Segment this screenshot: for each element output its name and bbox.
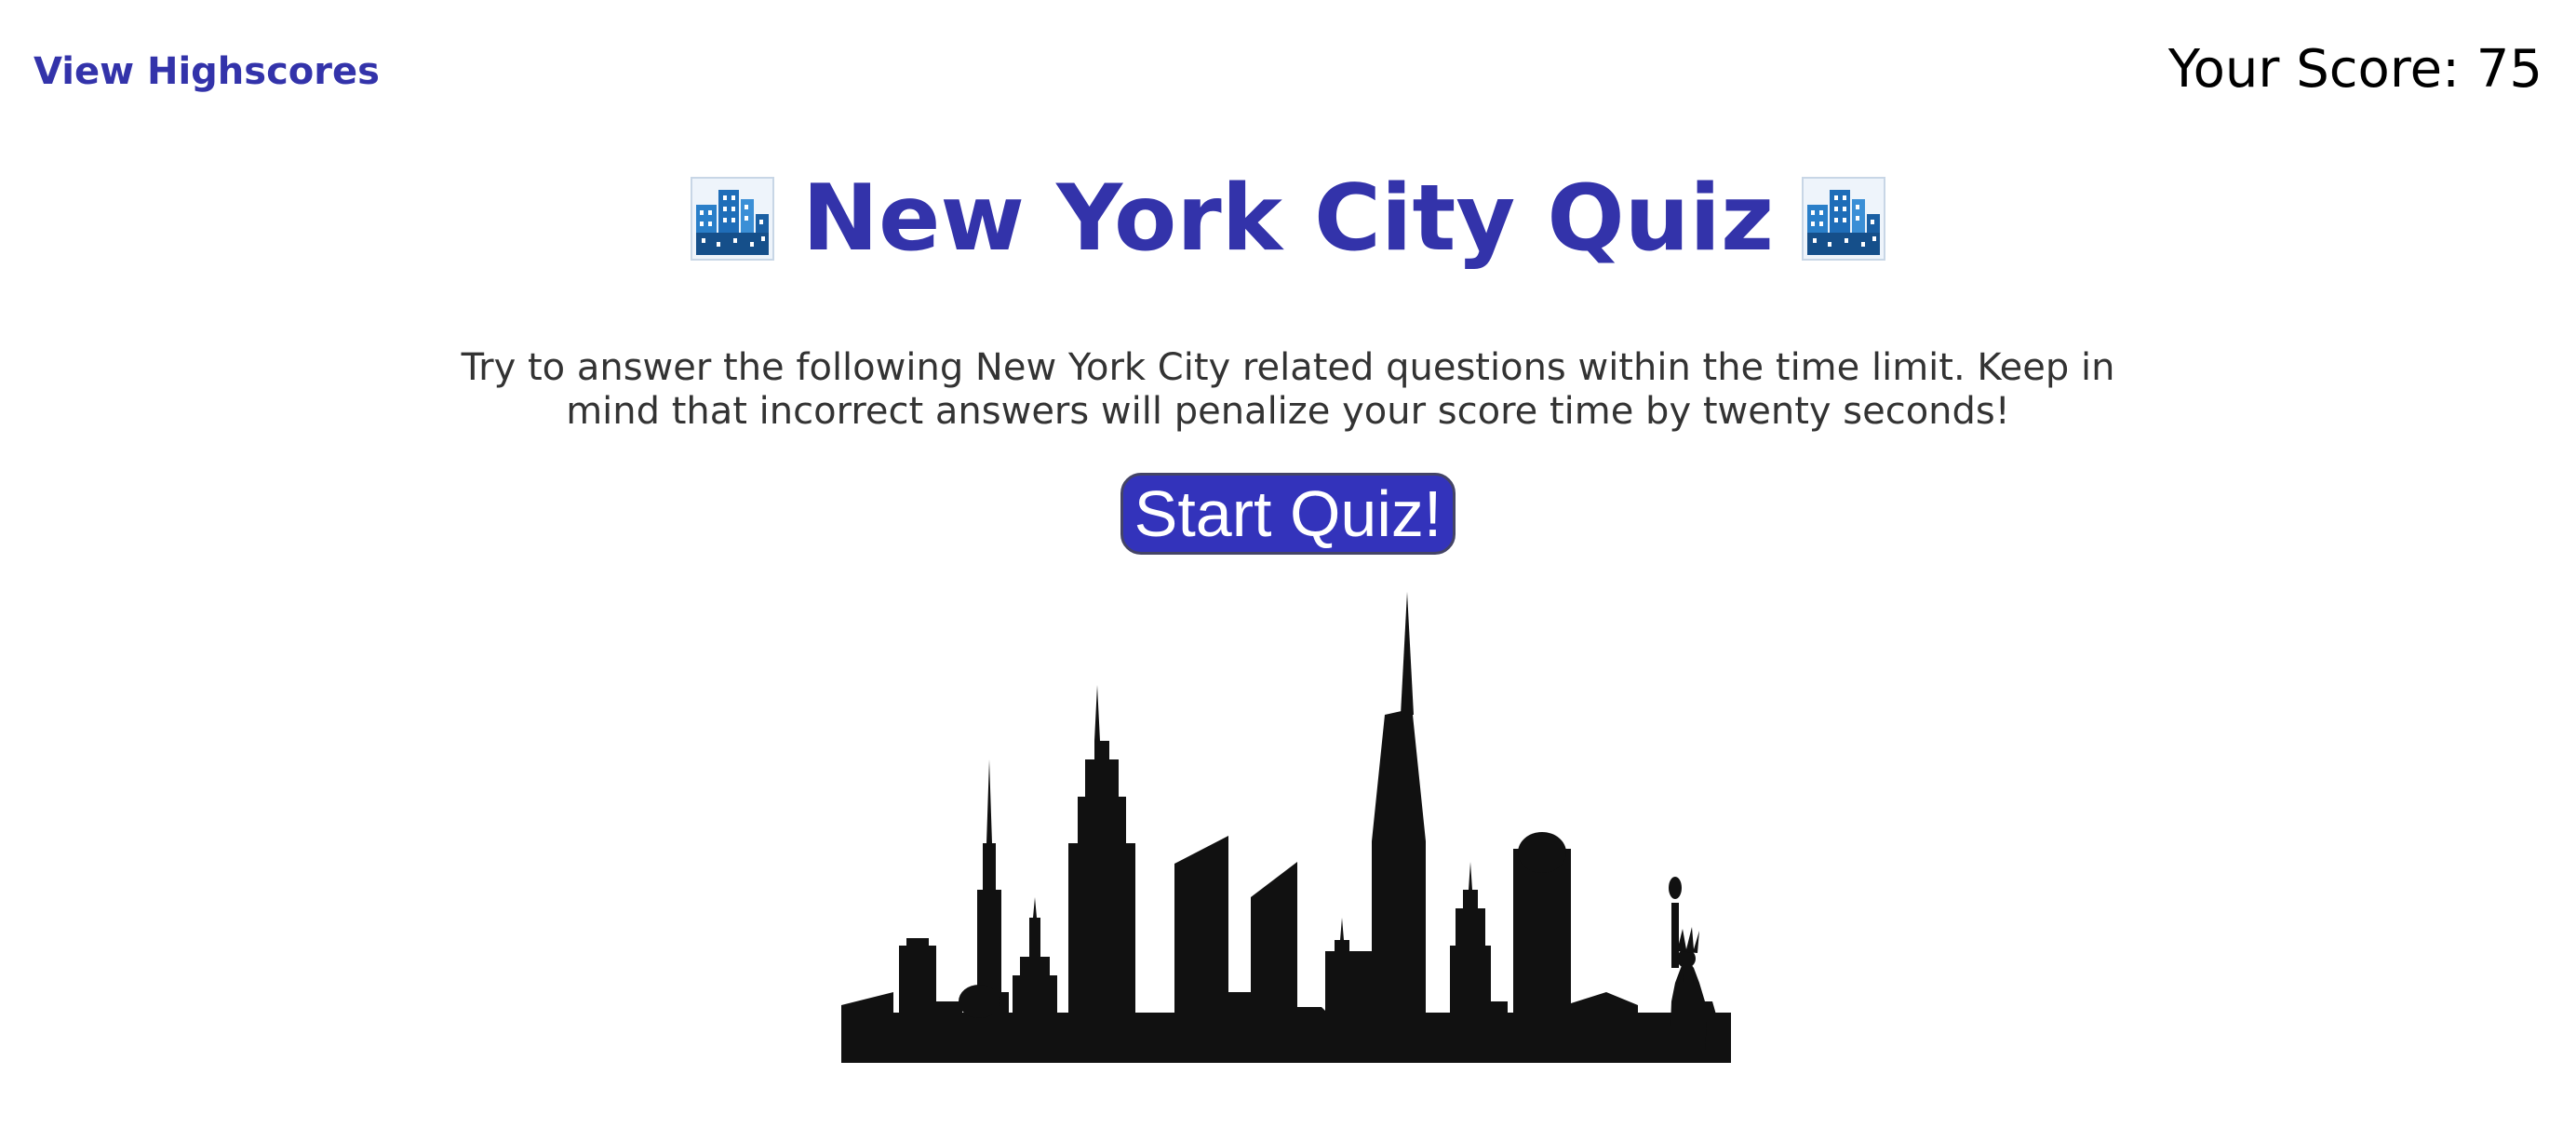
- nyc-skyline-silhouette: [841, 592, 1731, 1063]
- page-title: New York City Quiz: [801, 166, 1775, 272]
- view-highscores-link[interactable]: View Highscores: [34, 50, 380, 93]
- cityscape-icon: [690, 177, 774, 261]
- score-display: Your Score: 75: [2167, 39, 2542, 100]
- start-quiz-button[interactable]: Start Quiz!: [1120, 473, 1456, 555]
- quiz-instructions: Try to answer the following New York Cit…: [461, 346, 2115, 433]
- cityscape-icon: [1802, 177, 1886, 261]
- title-row: New York City Quiz: [0, 173, 2576, 264]
